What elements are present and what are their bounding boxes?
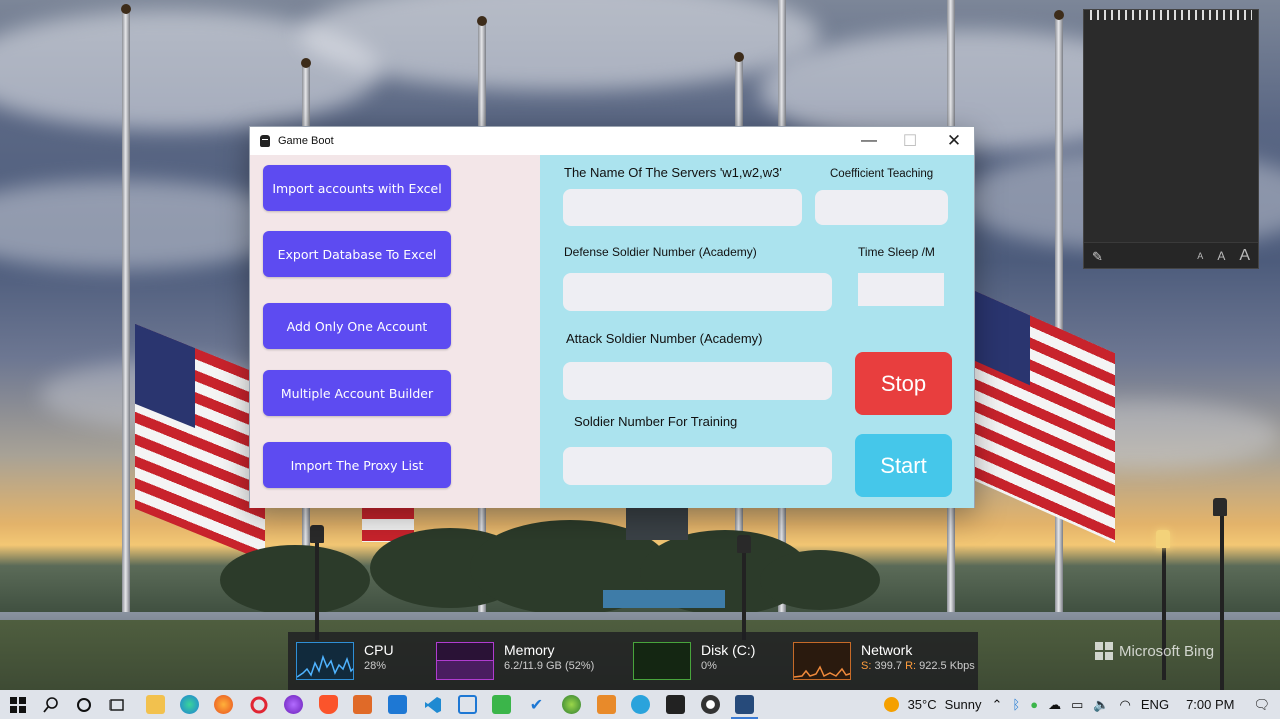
minimize-button[interactable]: —: [847, 127, 891, 155]
window-title: Game Boot: [278, 135, 334, 147]
office-icon[interactable]: [353, 695, 372, 714]
terminal-icon[interactable]: [666, 695, 685, 714]
title-bar[interactable]: Game Boot — ☐ ✕: [250, 127, 974, 155]
font-large-icon[interactable]: A: [1239, 247, 1250, 265]
flag-left: [135, 323, 265, 562]
windows-logo-icon: [1095, 642, 1113, 660]
brave-icon[interactable]: [319, 695, 338, 714]
start-windows-icon[interactable]: [8, 695, 27, 714]
taskbar: ✔ 35°C Sunny ⌃ ᛒ ● ☁ ▭ 🔈 ◠ ENG 7:00 PM 🗨: [0, 690, 1280, 719]
time-sleep-label: Time Sleep /M: [858, 245, 935, 259]
todo-check-icon[interactable]: ✔: [527, 695, 546, 714]
vscode-icon[interactable]: [423, 695, 442, 714]
tor-icon[interactable]: [284, 695, 303, 714]
training-input[interactable]: [563, 447, 832, 485]
memory-monitor[interactable]: Memory 6.2/11.9 GB (52%): [436, 642, 594, 680]
obs-icon[interactable]: [701, 695, 720, 714]
add-one-account-button[interactable]: Add Only One Account: [263, 303, 451, 349]
memory-name: Memory: [504, 642, 555, 658]
weather-desc: Sunny: [944, 697, 982, 712]
attack-input[interactable]: [563, 362, 832, 400]
memory-value: 6.2/11.9 GB (52%): [504, 660, 595, 672]
app-window: Game Boot — ☐ ✕ Import accounts with Exc…: [249, 126, 975, 508]
battery-icon[interactable]: ▭: [1071, 697, 1083, 713]
task-view-icon[interactable]: [107, 695, 126, 714]
pencil-icon[interactable]: ✎: [1092, 249, 1103, 265]
language-indicator[interactable]: ENG: [1141, 697, 1169, 712]
maximize-button[interactable]: ☐: [888, 127, 932, 155]
training-label: Soldier Number For Training: [574, 414, 738, 429]
servers-label: The Name Of The Servers 'w1,w2,w3': [564, 165, 782, 180]
remote-desktop-icon[interactable]: [458, 695, 477, 714]
network-name: Network: [861, 642, 913, 658]
disk-value: 0%: [701, 660, 717, 672]
multiple-account-builder-button[interactable]: Multiple Account Builder: [263, 370, 451, 416]
file-explorer-icon[interactable]: [146, 695, 165, 714]
font-medium-icon[interactable]: A: [1217, 249, 1225, 263]
font-small-icon[interactable]: A: [1197, 251, 1203, 261]
cpu-graph: [296, 642, 354, 680]
search-icon[interactable]: [41, 695, 60, 714]
cpu-name: CPU: [364, 642, 394, 658]
coefficient-label: Coefficient Teaching: [830, 168, 934, 180]
opera-icon[interactable]: [249, 695, 268, 714]
system-tray: 35°C Sunny ⌃ ᛒ ● ☁ ▭ 🔈 ◠ ENG 7:00 PM 🗨: [879, 690, 1280, 719]
app-icon: [260, 135, 270, 147]
import-accounts-excel-button[interactable]: Import accounts with Excel: [263, 165, 451, 211]
close-button[interactable]: ✕: [932, 127, 976, 155]
memory-graph: [436, 642, 494, 680]
weather-widget[interactable]: 35°C Sunny: [883, 697, 982, 712]
network-graph: [793, 642, 851, 680]
start-button[interactable]: Start: [855, 434, 952, 497]
network-value: S: 399.7 R: 922.5 Kbps: [861, 660, 975, 672]
defense-label: Defense Soldier Number (Academy): [564, 245, 757, 259]
telegram-icon[interactable]: [631, 695, 650, 714]
servers-input[interactable]: [563, 189, 802, 226]
cortana-icon[interactable]: [74, 695, 93, 714]
time-sleep-input[interactable]: [858, 273, 944, 306]
import-proxy-list-button[interactable]: Import The Proxy List: [263, 442, 451, 488]
system-monitor-bar: CPU 28% Memory 6.2/11.9 GB (52%) Disk (C:)…: [288, 632, 978, 690]
xampp-icon[interactable]: [597, 695, 616, 714]
notes-toolbar: ✎ A A A: [1084, 242, 1258, 268]
attack-label: Attack Soldier Number (Academy): [566, 331, 763, 346]
edge-icon[interactable]: [180, 695, 199, 714]
disk-name: Disk (C:): [701, 642, 756, 658]
maps-icon[interactable]: [562, 695, 581, 714]
android-studio-icon[interactable]: [492, 695, 511, 714]
export-database-excel-button[interactable]: Export Database To Excel: [263, 231, 451, 277]
cpu-monitor[interactable]: CPU 28%: [296, 642, 394, 680]
disk-graph: [633, 642, 691, 680]
bing-watermark: Microsoft Bing: [1095, 642, 1214, 660]
bluetooth-icon[interactable]: ᛒ: [1012, 697, 1020, 712]
left-panel: Import accounts with Excel Export Databa…: [250, 155, 540, 508]
flag-right: [975, 290, 1115, 544]
clock[interactable]: 7:00 PM: [1186, 697, 1234, 712]
firefox-icon[interactable]: [214, 695, 233, 714]
stop-button[interactable]: Stop: [855, 352, 952, 415]
game-boot-task-icon[interactable]: [731, 695, 758, 719]
disk-monitor[interactable]: Disk (C:) 0%: [633, 642, 755, 680]
sticky-notes-widget[interactable]: ✎ A A A: [1083, 9, 1259, 269]
volume-icon[interactable]: 🔈: [1093, 697, 1109, 713]
coefficient-input[interactable]: [815, 190, 948, 225]
tray-app-icon[interactable]: ●: [1030, 697, 1038, 712]
notification-icon[interactable]: 🗨: [1253, 697, 1270, 713]
wifi-icon[interactable]: ◠: [1120, 697, 1131, 713]
sun-icon: [883, 697, 899, 712]
network-monitor[interactable]: Network S: 399.7 R: 922.5 Kbps: [793, 642, 975, 680]
defense-input[interactable]: [563, 273, 832, 311]
weather-temp: 35°C: [907, 697, 937, 712]
mail-icon[interactable]: [388, 695, 407, 714]
chevron-up-icon[interactable]: ⌃: [991, 697, 1002, 713]
right-panel: The Name Of The Servers 'w1,w2,w3' Coeff…: [540, 155, 974, 508]
onedrive-icon[interactable]: ☁: [1048, 697, 1061, 713]
notebook-rings: [1090, 10, 1252, 20]
cpu-value: 28%: [364, 660, 387, 672]
